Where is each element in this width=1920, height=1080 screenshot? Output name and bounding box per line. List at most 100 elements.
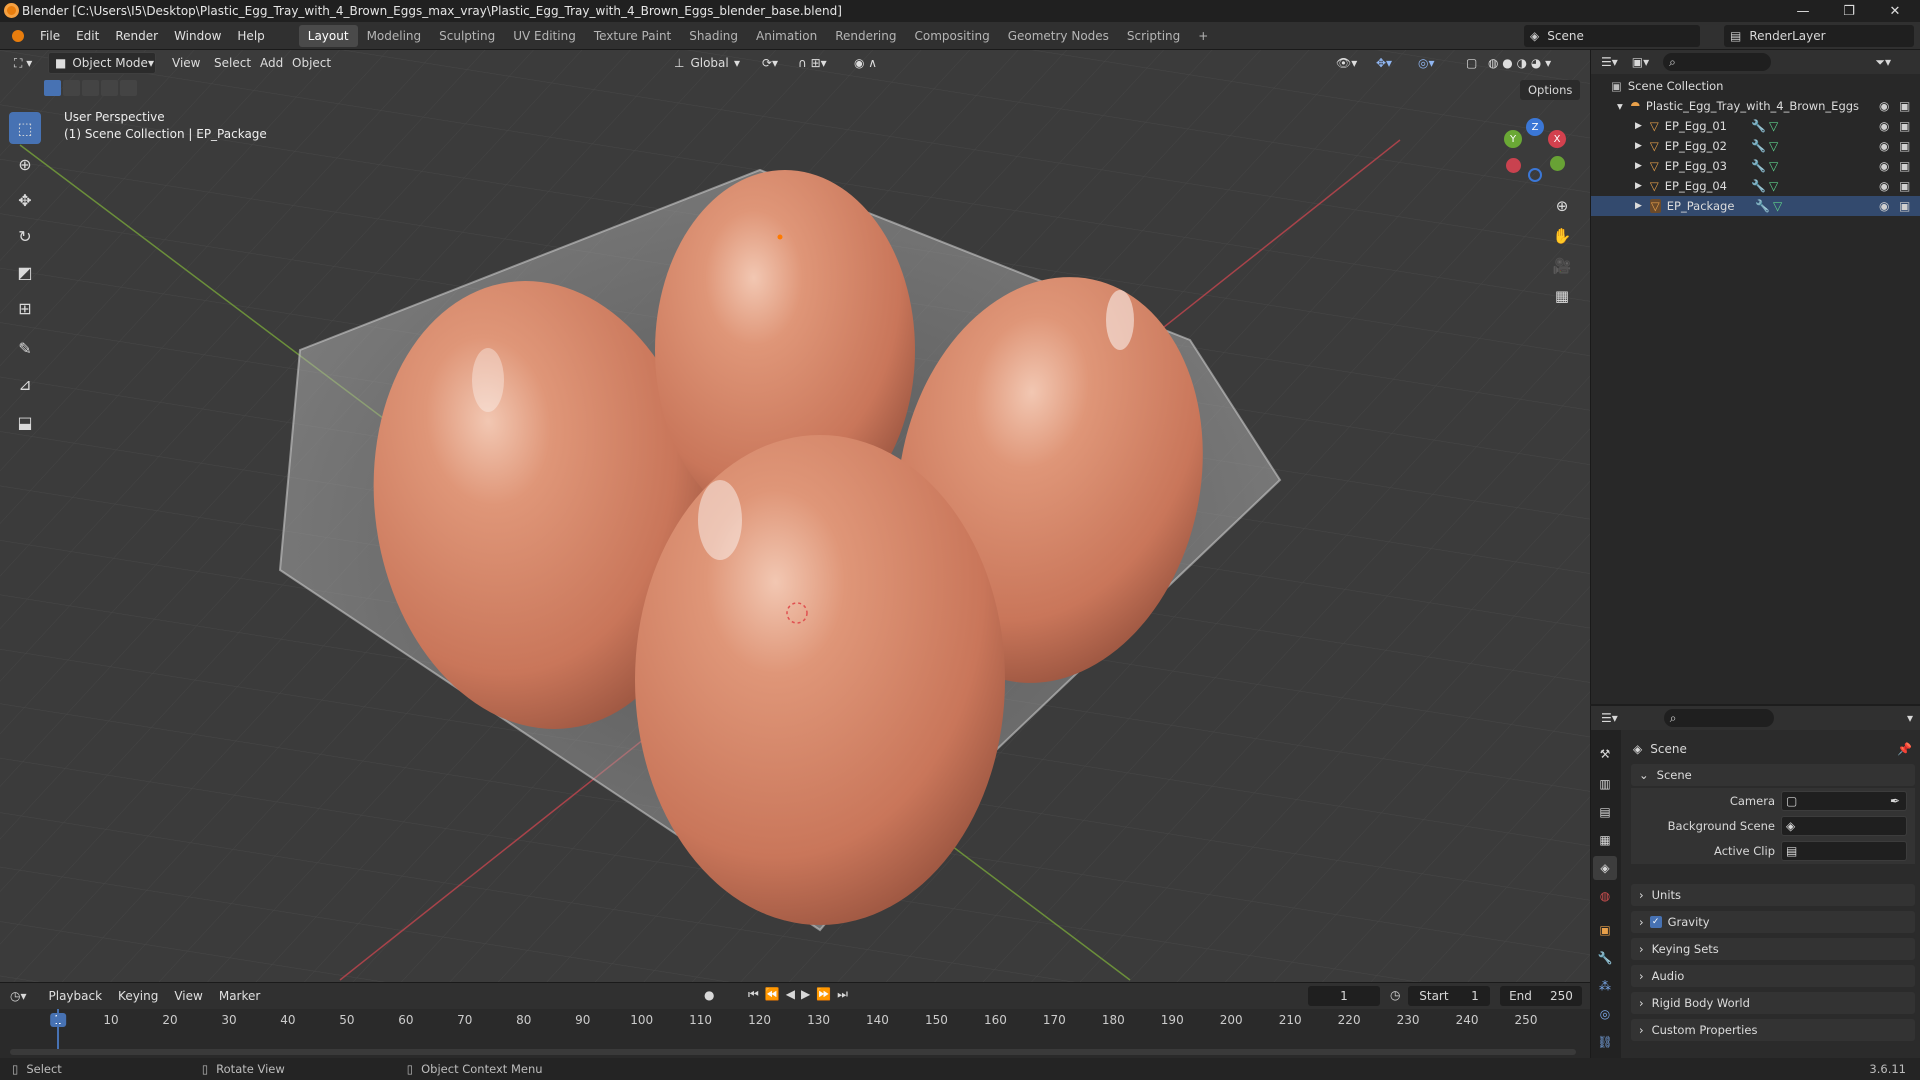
modifier-wrench-icon[interactable]: 🔧 xyxy=(1751,159,1766,173)
record-icon[interactable]: ● xyxy=(704,988,714,1002)
custom-properties-panel-header[interactable]: › Custom Properties xyxy=(1631,1019,1915,1041)
modifier-wrench-icon[interactable]: 🔧 xyxy=(1751,119,1766,133)
timeline-scrollbar[interactable] xyxy=(10,1049,1576,1055)
expand-arrow-icon[interactable]: ▶ xyxy=(1635,161,1642,171)
xray-toggle[interactable]: ▢ xyxy=(1460,52,1483,74)
rigid-body-world-panel-header[interactable]: › Rigid Body World xyxy=(1631,992,1915,1014)
outliner-object-row[interactable]: ▶ ▽ EP_Egg_02 🔧 ▽ ◉ ▣ xyxy=(1591,136,1920,156)
tab-texture-paint[interactable]: Texture Paint xyxy=(585,25,680,47)
render-camera-icon[interactable]: ▣ xyxy=(1899,139,1910,153)
outliner-collection-row[interactable]: ▾ ⯊ Plastic_Egg_Tray_with_4_Brown_Eggs ◉… xyxy=(1591,96,1920,116)
outliner-editor-icon[interactable]: ☰▾ xyxy=(1601,55,1618,69)
outliner-object-row[interactable]: ▶ ▽ EP_Egg_01 🔧 ▽ ◉ ▣ xyxy=(1591,116,1920,136)
modifier-wrench-icon[interactable]: 🔧 xyxy=(1751,179,1766,193)
mesh-data-icon[interactable]: ▽ xyxy=(1769,119,1778,133)
transform-orientation-selector[interactable]: ⊥ Global ▾ xyxy=(668,52,746,74)
select-intersect-icon[interactable] xyxy=(120,80,137,96)
scene-tab-icon[interactable]: ◈ xyxy=(1593,856,1617,880)
gizmo-x-axis[interactable]: X xyxy=(1548,130,1566,148)
select-subtract-icon[interactable] xyxy=(82,80,99,96)
physics-tab-icon[interactable]: ◎ xyxy=(1593,1002,1617,1026)
clock-editor-icon[interactable]: ◷▾ xyxy=(10,989,27,1003)
visibility-button[interactable]: 👁▾ xyxy=(1330,52,1363,74)
annotate-tool[interactable]: ✎ xyxy=(9,332,41,364)
playhead[interactable] xyxy=(57,1009,59,1053)
tab-scripting[interactable]: Scripting xyxy=(1118,25,1189,47)
eye-icon[interactable]: ◉ xyxy=(1879,119,1889,133)
gravity-checkbox[interactable]: ✓ xyxy=(1649,916,1662,928)
gizmo-neg-y[interactable] xyxy=(1550,156,1565,171)
timeline-menu-marker[interactable]: Marker xyxy=(211,989,268,1003)
outliner-search-input[interactable]: ⌕ xyxy=(1663,53,1772,71)
add-cube-tool[interactable]: ⬓ xyxy=(9,406,41,438)
menu-help[interactable]: Help xyxy=(229,29,272,43)
render-camera-icon[interactable]: ▣ xyxy=(1899,119,1910,133)
chevron-down-icon[interactable]: ▾ xyxy=(1907,711,1913,725)
gizmo-toggle[interactable]: ✥▾ xyxy=(1370,52,1398,74)
filter-icon[interactable]: ⏷▾ xyxy=(1875,55,1891,70)
properties-editor-icon[interactable]: ☰▾ xyxy=(1601,711,1618,725)
tab-layout[interactable]: Layout xyxy=(298,24,358,47)
render-camera-icon[interactable]: ▣ xyxy=(1899,199,1910,213)
timeline-menu-keying[interactable]: Keying xyxy=(110,989,166,1003)
tab-sculpting[interactable]: Sculpting xyxy=(430,25,504,47)
outliner-object-row[interactable]: ▶ ▽ EP_Egg_03 🔧 ▽ ◉ ▣ xyxy=(1591,156,1920,176)
proportional-edit-button[interactable]: ◉ ∧ xyxy=(848,52,883,74)
timeline-menu-view[interactable]: View xyxy=(166,989,210,1003)
mesh-data-icon[interactable]: ▽ xyxy=(1769,159,1778,173)
gizmo-neg-x[interactable] xyxy=(1506,158,1521,173)
viewport-menu-view[interactable]: View xyxy=(166,52,206,74)
tool-tab-icon[interactable]: ⚒ xyxy=(1593,742,1617,766)
gizmo-neg-z[interactable] xyxy=(1528,168,1542,182)
gravity-panel-header[interactable]: › ✓ Gravity xyxy=(1631,911,1915,933)
viewport-menu-select[interactable]: Select xyxy=(208,52,257,74)
pin-icon[interactable]: 📌 xyxy=(1897,742,1912,756)
transform-tool[interactable]: ⊞ xyxy=(9,292,41,324)
camera-field[interactable]: ▢ ✒ xyxy=(1781,791,1907,811)
tab-animation[interactable]: Animation xyxy=(747,25,826,47)
menu-edit[interactable]: Edit xyxy=(68,29,107,43)
menu-window[interactable]: Window xyxy=(166,29,229,43)
render-camera-icon[interactable]: ▣ xyxy=(1899,99,1910,113)
select-box-tool[interactable]: ⬚ xyxy=(9,112,41,144)
active-clip-field[interactable]: ▤ xyxy=(1781,841,1907,861)
expand-arrow-icon[interactable]: ▾ xyxy=(1617,99,1623,113)
eye-icon[interactable]: ◉ xyxy=(1879,139,1889,153)
particles-tab-icon[interactable]: ⁂ xyxy=(1593,974,1617,998)
eye-icon[interactable]: ◉ xyxy=(1879,179,1889,193)
tab-rendering[interactable]: Rendering xyxy=(826,25,905,47)
cursor-tool[interactable]: ⊕ xyxy=(9,148,41,180)
scene-panel-header[interactable]: ⌄ Scene xyxy=(1631,764,1915,786)
eye-icon[interactable]: ◉ xyxy=(1879,199,1889,213)
world-tab-icon[interactable]: ◍ xyxy=(1593,884,1617,908)
expand-arrow-icon[interactable]: ▶ xyxy=(1635,141,1642,151)
render-camera-icon[interactable]: ▣ xyxy=(1899,159,1910,173)
modifier-wrench-icon[interactable]: 🔧 xyxy=(1755,199,1770,213)
blender-menu-icon[interactable] xyxy=(12,29,24,42)
minimize-button[interactable]: — xyxy=(1780,0,1826,22)
editor-type-button[interactable]: ⛶ ▾ xyxy=(8,52,38,74)
eye-icon[interactable]: ◉ xyxy=(1879,99,1889,113)
select-new-icon[interactable] xyxy=(44,80,61,96)
select-extend-icon[interactable] xyxy=(63,80,80,96)
eye-icon[interactable]: ◉ xyxy=(1879,159,1889,173)
menu-file[interactable]: File xyxy=(32,29,68,43)
projection-toggle[interactable]: ▦ xyxy=(1548,282,1576,310)
viewport-menu-object[interactable]: Object xyxy=(286,52,337,74)
view-layer-selector[interactable]: ▤ RenderLayer xyxy=(1724,25,1914,47)
3d-viewport[interactable]: ⛶ ▾ ■ Object Mode ▾ View Select Add Obje… xyxy=(0,50,1590,982)
playback-controls-icon[interactable]: ⏮⏪◀▶⏩⏭ xyxy=(748,987,854,1002)
render-tab-icon[interactable]: ▥ xyxy=(1593,772,1617,796)
expand-arrow-icon[interactable]: ▶ xyxy=(1635,121,1642,131)
menu-render[interactable]: Render xyxy=(107,29,166,43)
outliner-object-row-active[interactable]: ▶ ▽ EP_Package 🔧 ▽ ◉ ▣ xyxy=(1591,196,1920,216)
output-tab-icon[interactable]: ▤ xyxy=(1593,800,1617,824)
mesh-data-icon[interactable]: ▽ xyxy=(1773,199,1782,213)
timeline-menu-playback[interactable]: Playback xyxy=(41,989,111,1003)
mesh-data-icon[interactable]: ▽ xyxy=(1769,179,1778,193)
audio-panel-header[interactable]: › Audio xyxy=(1631,965,1915,987)
modifier-tab-icon[interactable]: 🔧 xyxy=(1593,946,1617,970)
tab-geometry-nodes[interactable]: Geometry Nodes xyxy=(999,25,1118,47)
snap-button[interactable]: ∩ ⊞▾ xyxy=(792,52,833,74)
tab-uv-editing[interactable]: UV Editing xyxy=(504,25,585,47)
